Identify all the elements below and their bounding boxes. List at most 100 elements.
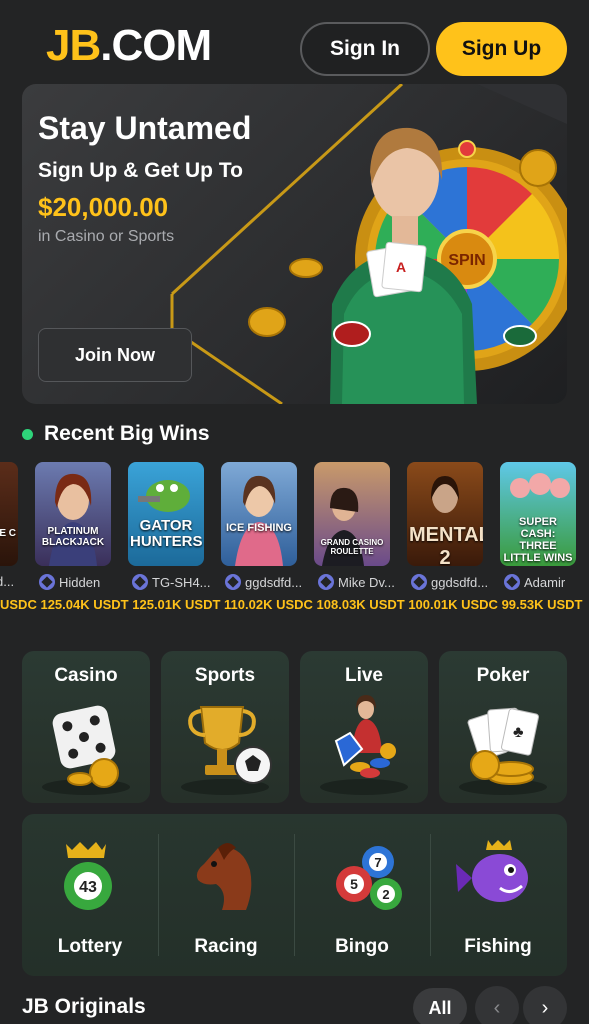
dealer-portrait-icon [49,473,97,566]
winner-username: ggdsdfd... [245,574,303,590]
dice-icon [42,705,130,795]
winner-name: TG-SH4... [132,574,220,590]
winner-name: ggdsdfd... [225,574,313,590]
category-label: Lottery [57,936,123,957]
logo[interactable]: JB.COM [46,21,212,70]
ball-number: 5 [350,876,358,892]
game-title: GATOR HUNTERS [130,517,203,550]
promo-banner[interactable]: SPIN A Stay Untamed Sign Up & Get Up To … [22,84,567,404]
vip-badge-icon [504,574,520,590]
win-item[interactable]: GATOR HUNTERS TG-SH4... [128,462,214,590]
wheel-label: SPIN [448,252,485,269]
category-label: Live [344,665,384,686]
bingo-balls-icon: 7 5 2 [336,846,402,910]
win-amount: 110.02K USDC [224,597,313,612]
ball-number: 43 [79,879,97,896]
category-fishing[interactable]: Fishing [430,814,566,976]
join-now-button[interactable]: Join Now [38,328,192,382]
win-amount: 125.04K USDT [40,597,129,612]
game-thumbnail[interactable]: GRAND CASINO ROULETTE [314,462,390,566]
winner-name: ggdsdfd... [411,574,499,590]
game-thumbnail[interactable]: SUPER CASH: THREE LITTLE WINS [500,462,576,566]
lottery-ball-icon: 43 [64,842,112,910]
win-item[interactable]: ICE FISHING ggdsdfd... [221,462,307,590]
category-lottery[interactable]: 43 Lottery [22,814,158,976]
ball-number: 2 [382,887,389,902]
banner-note: in Casino or Sports [38,228,175,245]
category-panel-secondary: 43 Lottery Racing 7 5 2 Bingo Fishing [22,814,567,976]
game-title: GRAND CASINO ROULETTE [320,538,384,556]
win-item[interactable]: MENTAL 2 ggdsdfd... [407,462,493,590]
win-item[interactable]: SUPER CASH: THREE LITTLE WINS Adamir [500,462,586,590]
winner-name: Hidden [39,574,127,590]
game-thumbnail[interactable]: GATOR HUNTERS [128,462,204,566]
category-live[interactable]: Live [300,651,428,803]
winner-username: ggdsdfd... [431,574,489,590]
playing-cards-icon: ♣ [459,707,547,795]
svg-text:A: A [396,259,406,275]
winner-username: d... [0,574,15,589]
win-amount: 100.01K USDC [408,597,498,612]
win-item[interactable]: GRAND CASINO ROULETTE Mike Dv... [314,462,400,590]
win-amount: 125.01K USDT [132,597,221,612]
fish-icon [456,840,528,902]
page: JB.COM Sign In Sign Up SPIN A Stay Untam… [0,0,589,1024]
logo-jb: JB [46,21,101,70]
category-label: Fishing [464,936,532,957]
view-all-button[interactable]: All [413,988,467,1024]
trophy-icon [181,706,272,795]
category-label: Racing [194,936,258,957]
game-thumbnail[interactable]: MENTAL 2 [407,462,483,566]
logo-com: .COM [100,21,212,70]
winner-username: Mike Dv... [338,574,395,590]
gator-icon [138,480,190,512]
game-thumbnail[interactable]: ICE FISHING [221,462,297,566]
winner-name: Adamir [504,574,589,590]
win-item[interactable]: PLATINUM BLACKJACK Hidden [35,462,121,590]
win-amount: 99.53K USDT [501,597,583,612]
horse-icon [196,843,252,910]
banner-subtitle: Sign Up & Get Up To [38,159,243,182]
jb-originals-title: JB Originals [22,995,146,1018]
winner-name: Mike Dv... [318,574,406,590]
game-title: MENTAL 2 [409,524,483,566]
header: JB.COM Sign In Sign Up [0,0,589,80]
category-label: Sports [194,665,256,686]
sign-up-button[interactable]: Sign Up [436,22,567,76]
recent-big-wins-title: Recent Big Wins [44,422,210,445]
winner-username: Adamir [524,574,566,590]
category-label: Poker [476,665,530,686]
category-racing[interactable]: Racing [158,814,294,976]
winner-username: TG-SH4... [152,574,211,590]
category-label: Casino [54,665,118,686]
dealer-portrait-icon [235,475,283,566]
winner-username: Hidden [59,574,101,590]
banner-amount: $20,000.00 [38,192,169,222]
svg-text:♣: ♣ [513,724,524,741]
win-item[interactable]: VE C d... [0,462,28,589]
live-dealer-icon [320,695,408,795]
category-label: Bingo [335,936,389,957]
game-title: SUPER CASH: THREE LITTLE WINS [503,516,573,564]
win-amounts-row: USDC 125.04K USDT 125.01K USDT 110.02K U… [0,597,589,612]
category-casino[interactable]: Casino [22,651,150,803]
game-title: PLATINUM BLACKJACK [41,526,105,548]
recent-wins-carousel[interactable]: VE C d... PLATINUM BLACKJACK Hidden GATO… [0,462,589,612]
category-poker[interactable]: Poker ♣ [439,651,567,803]
vip-badge-icon [411,574,427,590]
category-sports[interactable]: Sports [161,651,289,803]
sign-in-button[interactable]: Sign In [300,22,430,76]
game-title: ICE FISHING [225,522,292,534]
vip-badge-icon [39,574,55,590]
game-title: VE C [0,528,16,539]
banner-title: Stay Untamed [38,110,252,146]
live-dot-icon [22,429,33,440]
chevron-left-icon[interactable]: ‹ [475,986,519,1024]
game-thumbnail[interactable]: PLATINUM BLACKJACK [35,462,111,566]
chevron-right-icon[interactable]: › [523,986,567,1024]
game-thumbnail[interactable]: VE C [0,462,18,566]
vip-badge-icon [225,574,241,590]
vip-badge-icon [318,574,334,590]
ball-number: 7 [374,855,381,870]
category-bingo[interactable]: 7 5 2 Bingo [294,814,430,976]
